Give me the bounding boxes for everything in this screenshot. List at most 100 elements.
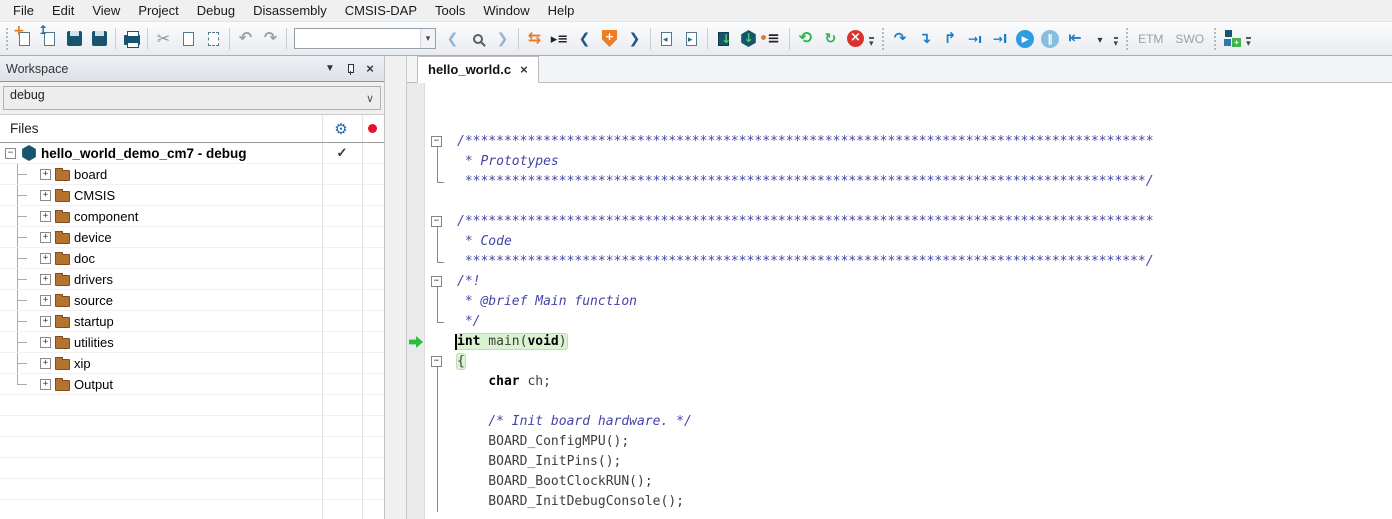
- code-line[interactable]: ****************************************…: [407, 252, 1392, 272]
- open-file-button[interactable]: [37, 26, 62, 52]
- tree-item-xip[interactable]: +xip: [0, 353, 384, 374]
- code-line[interactable]: * Code: [407, 232, 1392, 252]
- gutter-cell[interactable]: [407, 372, 425, 392]
- panel-splitter[interactable]: [385, 56, 407, 519]
- code-text[interactable]: BOARD_InitPins();: [457, 452, 621, 472]
- gutter-cell[interactable]: [407, 472, 425, 492]
- goto-list-button[interactable]: [547, 26, 572, 52]
- tree-item-cmsis[interactable]: +CMSIS: [0, 185, 384, 206]
- gutter-cell[interactable]: [407, 432, 425, 452]
- expand-icon[interactable]: +: [40, 379, 51, 390]
- code-text[interactable]: /*!: [457, 272, 480, 292]
- code-line[interactable]: BOARD_BootClockRUN();: [407, 472, 1392, 492]
- tree-item-board[interactable]: +board: [0, 164, 384, 185]
- gutter-cell[interactable]: [407, 192, 425, 212]
- code-line[interactable]: [407, 192, 1392, 212]
- redo-button[interactable]: [258, 26, 283, 52]
- fold-toggle-icon[interactable]: −: [431, 136, 442, 147]
- find-combo[interactable]: ▾: [294, 28, 436, 49]
- toolbar-overflow-icon[interactable]: [1114, 37, 1119, 47]
- stop-debugging-button[interactable]: [1063, 26, 1088, 52]
- code-text[interactable]: * @brief Main function: [457, 292, 637, 312]
- gutter-cell[interactable]: [407, 212, 425, 232]
- code-text[interactable]: /* Init board hardware. */: [457, 412, 692, 432]
- toolbar-grip[interactable]: [1126, 28, 1128, 50]
- code-line[interactable]: ****************************************…: [407, 172, 1392, 192]
- code-line[interactable]: − /**************************************…: [407, 132, 1392, 152]
- code-text[interactable]: /***************************************…: [457, 132, 1154, 152]
- code-line[interactable]: [407, 392, 1392, 412]
- pause-button[interactable]: [1038, 26, 1063, 52]
- cut-button[interactable]: [151, 26, 176, 52]
- gutter-cell[interactable]: [407, 292, 425, 312]
- code-text[interactable]: * Code: [457, 232, 512, 252]
- chevron-down-icon[interactable]: ▾: [420, 29, 435, 48]
- gutter-cell[interactable]: [407, 332, 425, 352]
- expand-icon[interactable]: +: [40, 190, 51, 201]
- pin-icon[interactable]: [342, 61, 358, 77]
- expand-icon[interactable]: +: [40, 232, 51, 243]
- new-file-button[interactable]: [12, 26, 37, 52]
- toolbar-grip[interactable]: [882, 28, 884, 50]
- toolbar-overflow-icon[interactable]: [1246, 37, 1251, 47]
- gear-icon[interactable]: ⚙: [334, 120, 347, 138]
- gutter-cell[interactable]: [407, 492, 425, 512]
- fold-toggle-icon[interactable]: −: [431, 276, 442, 287]
- code-line[interactable]: * @brief Main function: [407, 292, 1392, 312]
- code-text[interactable]: ****************************************…: [457, 172, 1154, 192]
- go-button[interactable]: [1013, 26, 1038, 52]
- code-line[interactable]: − /**************************************…: [407, 212, 1392, 232]
- menu-help[interactable]: Help: [539, 0, 584, 21]
- toggle-breakpoint-button[interactable]: [597, 26, 622, 52]
- toolbar-grip[interactable]: [6, 28, 8, 50]
- code-text[interactable]: BOARD_InitDebugConsole();: [457, 492, 684, 512]
- code-line[interactable]: BOARD_InitDebugConsole();: [407, 492, 1392, 512]
- code-line[interactable]: −{: [407, 352, 1392, 372]
- reset-button[interactable]: [793, 26, 818, 52]
- find-next-button[interactable]: [490, 26, 515, 52]
- download-source-button[interactable]: [711, 26, 736, 52]
- step-out-button[interactable]: [938, 26, 963, 52]
- code-line[interactable]: BOARD_ConfigMPU();: [407, 432, 1392, 452]
- code-text[interactable]: * Prototypes: [457, 152, 559, 172]
- code-line[interactable]: int main(void): [407, 332, 1392, 352]
- tree-item-doc[interactable]: +doc: [0, 248, 384, 269]
- save-button[interactable]: [62, 26, 87, 52]
- swo-button[interactable]: SWO: [1169, 32, 1210, 46]
- menu-project[interactable]: Project: [129, 0, 187, 21]
- undo-button[interactable]: [233, 26, 258, 52]
- tree-item-utilities[interactable]: +utilities: [0, 332, 384, 353]
- expand-icon[interactable]: +: [40, 337, 51, 348]
- run-to-cursor-button[interactable]: [988, 26, 1013, 52]
- fold-toggle-icon[interactable]: −: [431, 216, 442, 227]
- gutter-cell[interactable]: [407, 452, 425, 472]
- paste-button[interactable]: [201, 26, 226, 52]
- code-text[interactable]: int main(void): [457, 332, 567, 352]
- gutter-cell[interactable]: [407, 252, 425, 272]
- tree-item-output[interactable]: +Output: [0, 374, 384, 395]
- build-config-dropdown[interactable]: debug ∨: [3, 86, 381, 110]
- expand-icon[interactable]: +: [40, 253, 51, 264]
- code-text[interactable]: BOARD_ConfigMPU();: [457, 432, 629, 452]
- etm-button[interactable]: ETM: [1132, 32, 1169, 46]
- next-statement-button[interactable]: [963, 26, 988, 52]
- code-line[interactable]: char ch;: [407, 372, 1392, 392]
- code-text[interactable]: BOARD_BootClockRUN();: [457, 472, 653, 492]
- code-line[interactable]: */: [407, 312, 1392, 332]
- code-text[interactable]: /***************************************…: [457, 212, 1154, 232]
- tree-item-drivers[interactable]: +drivers: [0, 269, 384, 290]
- find-button[interactable]: [465, 26, 490, 52]
- fold-toggle-icon[interactable]: −: [431, 356, 442, 367]
- code-line[interactable]: * Prototypes: [407, 152, 1392, 172]
- code-editor[interactable]: − /**************************************…: [407, 83, 1392, 519]
- tab-hello-world-c[interactable]: hello_world.c ×: [417, 56, 539, 83]
- menu-file[interactable]: File: [4, 0, 43, 21]
- tab-close-icon[interactable]: ×: [520, 63, 528, 76]
- close-icon[interactable]: ×: [362, 61, 378, 77]
- next-document-button[interactable]: [679, 26, 704, 52]
- toggle-source-disasm-button[interactable]: [522, 26, 547, 52]
- tree-item-device[interactable]: +device: [0, 227, 384, 248]
- expand-icon[interactable]: +: [40, 295, 51, 306]
- navigate-forward-button[interactable]: [622, 26, 647, 52]
- expand-icon[interactable]: +: [40, 274, 51, 285]
